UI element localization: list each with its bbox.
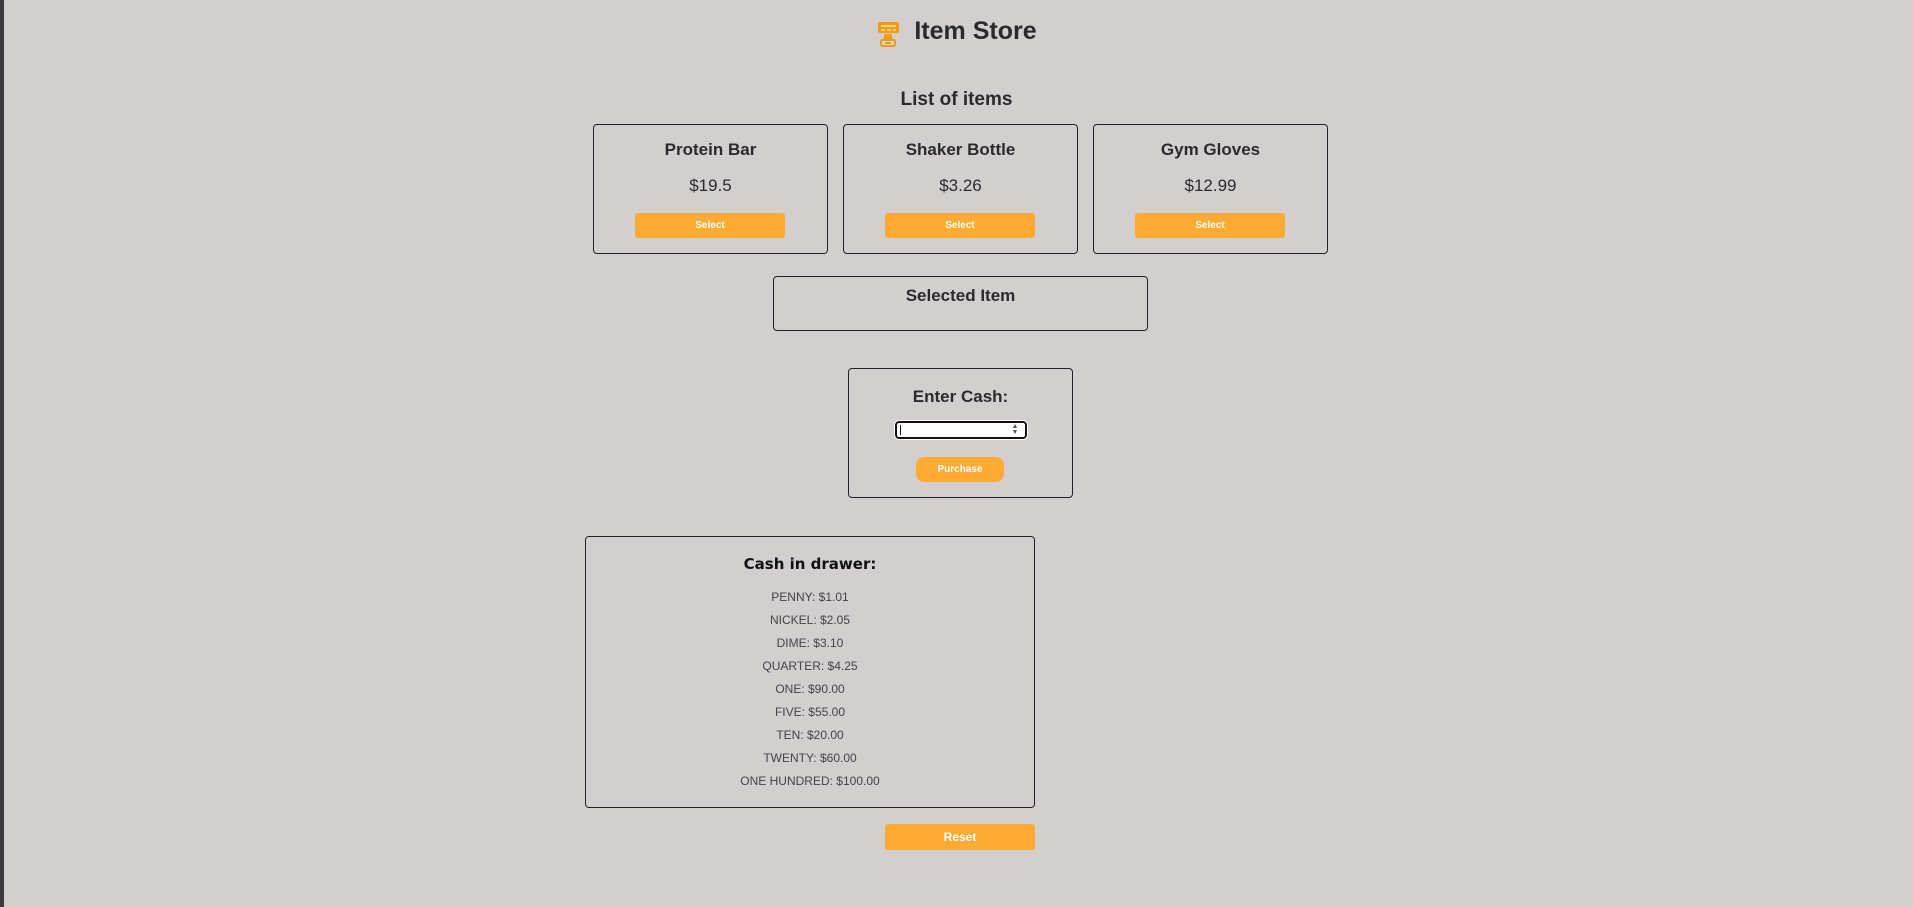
- item-name: Protein Bar: [664, 140, 757, 159]
- cash-drawer-list: PENNY: $1.01 NICKEL: $2.05 DIME: $3.10 Q…: [586, 590, 1034, 797]
- items-list-title: List of items: [900, 89, 1013, 110]
- drawer-row: FIVE: $55.00: [774, 705, 846, 719]
- enter-cash-panel: Enter Cash: ▲ ▼ Purchase: [848, 368, 1073, 498]
- cash-drawer-panel: Cash in drawer: PENNY: $1.01 NICKEL: $2.…: [585, 536, 1035, 808]
- select-button[interactable]: Select: [1135, 213, 1285, 238]
- drawer-row: PENNY: $1.01: [771, 590, 849, 604]
- item-card-protein-bar: Protein Bar $19.5 Select: [593, 124, 828, 254]
- cash-register-icon: [876, 20, 902, 48]
- selected-item-title: Selected Item: [905, 286, 1016, 305]
- drawer-row: TEN: $20.00: [776, 728, 844, 742]
- item-price: $3.26: [939, 176, 982, 195]
- select-button[interactable]: Select: [885, 213, 1035, 238]
- drawer-row: NICKEL: $2.05: [769, 613, 851, 627]
- item-card-shaker-bottle: Shaker Bottle $3.26 Select: [843, 124, 1078, 254]
- cash-input[interactable]: [899, 423, 1007, 437]
- drawer-row: ONE HUNDRED: $100.00: [740, 774, 880, 788]
- spinner-arrows-icon[interactable]: ▲ ▼: [1011, 423, 1019, 436]
- item-price: $12.99: [1184, 176, 1237, 195]
- select-button[interactable]: Select: [635, 213, 785, 238]
- page-title: Item Store: [914, 16, 1037, 45]
- item-card-gym-gloves: Gym Gloves $12.99 Select: [1093, 124, 1328, 254]
- text-caret: [900, 425, 901, 435]
- drawer-row: QUARTER: $4.25: [762, 659, 858, 673]
- items-list: Protein Bar $19.5 Select Shaker Bottle $…: [593, 124, 1328, 254]
- drawer-row: TWENTY: $60.00: [763, 751, 857, 765]
- enter-cash-title: Enter Cash:: [912, 387, 1009, 406]
- cash-drawer-title: Cash in drawer:: [743, 555, 877, 573]
- reset-button[interactable]: Reset: [885, 824, 1035, 850]
- cash-input-container[interactable]: ▲ ▼: [894, 420, 1028, 440]
- drawer-row: ONE: $90.00: [775, 682, 845, 696]
- window-edge: [0, 0, 4, 907]
- page-header: Item Store: [0, 14, 1913, 48]
- item-name: Shaker Bottle: [905, 140, 1016, 159]
- purchase-button[interactable]: Purchase: [916, 457, 1004, 482]
- item-price: $19.5: [689, 176, 732, 195]
- drawer-row: DIME: $3.10: [776, 636, 844, 650]
- selected-item-panel: Selected Item: [773, 276, 1148, 331]
- item-name: Gym Gloves: [1160, 140, 1261, 159]
